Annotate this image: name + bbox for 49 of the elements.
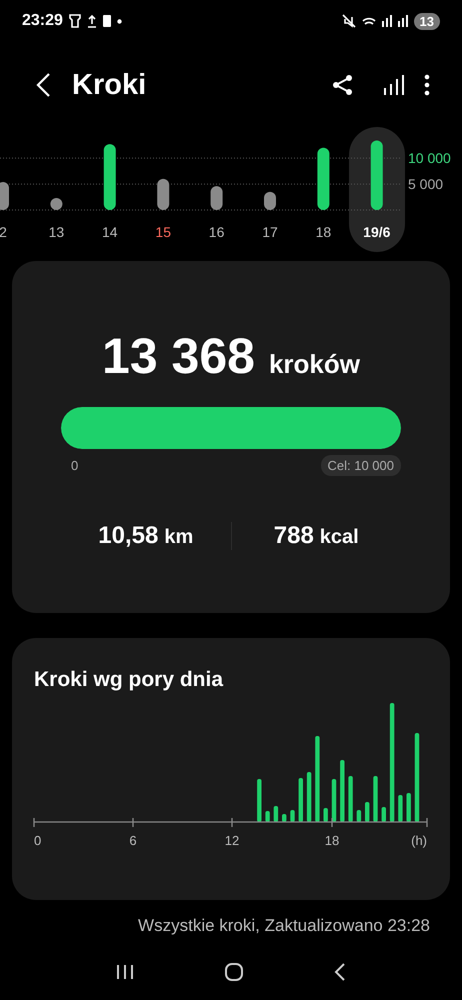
mute-icon xyxy=(342,14,356,28)
day-bar[interactable] xyxy=(210,186,223,210)
battery-icon xyxy=(102,15,111,27)
day-bar[interactable] xyxy=(317,148,330,210)
axis-tick-label: 10 000 xyxy=(408,150,451,166)
share-icon[interactable] xyxy=(332,74,354,96)
more-options-icon[interactable] xyxy=(424,74,430,96)
steps-unit: kroków xyxy=(268,349,360,380)
axis-label: 12 xyxy=(224,833,240,848)
stat-unit: km xyxy=(164,526,194,549)
axis-label: 18 xyxy=(324,833,340,848)
back-nav-icon[interactable] xyxy=(333,962,348,982)
axis-label: (h) xyxy=(411,833,427,848)
day-label[interactable]: 14 xyxy=(102,224,118,240)
day-bar[interactable] xyxy=(0,182,9,210)
stat-unit: kcal xyxy=(320,526,359,549)
signal-icon xyxy=(382,15,392,27)
progress-start-label: 0 xyxy=(71,458,78,473)
home-icon[interactable] xyxy=(224,962,244,982)
clock: 23:29 xyxy=(22,12,63,30)
wifi-icon xyxy=(362,16,376,26)
day-bar[interactable] xyxy=(50,198,62,210)
bar-chart-icon[interactable] xyxy=(382,74,404,96)
signal-icon xyxy=(398,15,408,27)
day-label[interactable]: 16 xyxy=(208,224,224,240)
day-label[interactable]: 19/6 xyxy=(363,224,390,240)
axis-tick-label: 5 000 xyxy=(408,176,444,192)
day-label[interactable]: 13 xyxy=(48,224,64,240)
notification-count: 13 xyxy=(414,12,440,30)
day-bar[interactable] xyxy=(264,192,276,210)
day-label[interactable]: 17 xyxy=(262,224,278,240)
steps-count: 13 368 xyxy=(102,327,255,385)
day-label[interactable]: 2 xyxy=(0,224,7,240)
goal-label: Cel: 10 000 xyxy=(320,455,401,476)
day-label[interactable]: 15 xyxy=(155,224,171,240)
axis-label: 6 xyxy=(129,833,137,848)
update-note: Wszystkie kroki, Zaktualizowano 23:28 xyxy=(137,915,431,936)
day-bar[interactable] xyxy=(104,144,116,210)
upload-icon xyxy=(86,14,97,28)
day-label[interactable]: 18 xyxy=(316,224,332,240)
page-title: Kroki xyxy=(72,68,146,102)
card-title: Kroki wg pory dnia xyxy=(33,667,224,692)
app-notification-icon xyxy=(68,14,81,28)
recent-apps-icon[interactable] xyxy=(114,963,135,981)
stat-value: 788 xyxy=(274,522,314,550)
day-bar[interactable] xyxy=(157,178,170,210)
dot-icon xyxy=(116,18,122,24)
stat-value: 10,58 xyxy=(98,522,158,550)
axis-label: 0 xyxy=(34,833,42,848)
